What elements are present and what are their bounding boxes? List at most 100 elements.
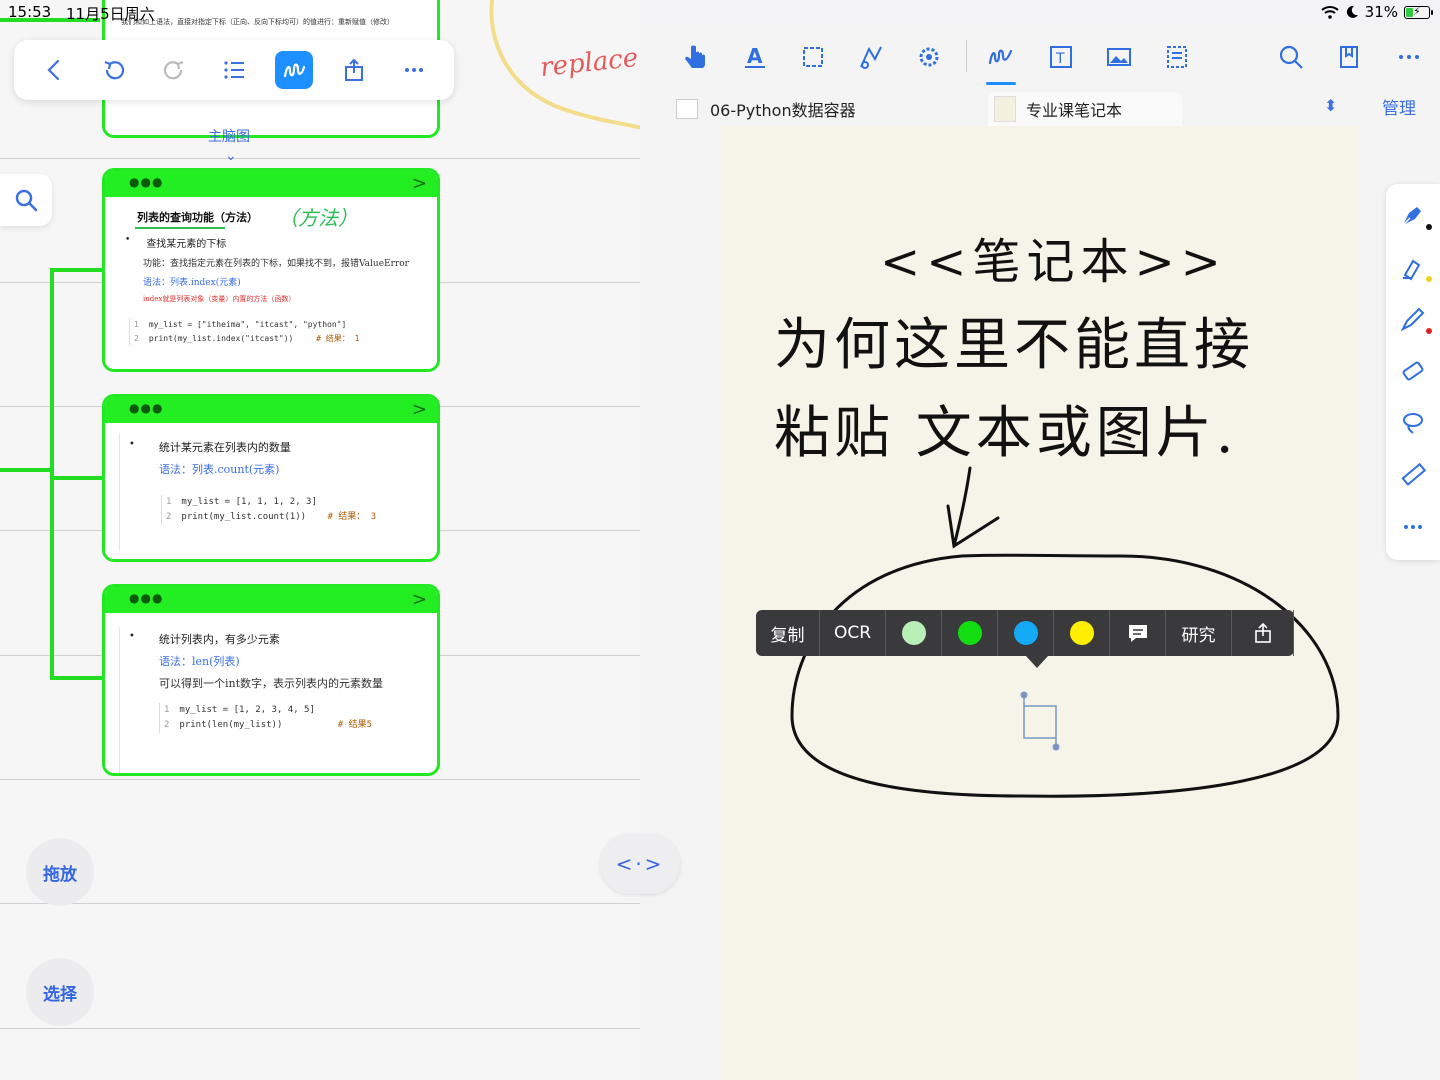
more-tool[interactable] xyxy=(1392,40,1426,74)
color-dot xyxy=(901,621,926,645)
eraser-tool[interactable] xyxy=(1396,354,1430,388)
card-bullet: 统计列表内，有多少元素 xyxy=(158,633,280,646)
more-palette-tool[interactable] xyxy=(1396,510,1430,544)
chevron-right-icon[interactable]: > xyxy=(412,399,427,420)
mindmap-card-len[interactable]: ●●● > • 统计列表内，有多少元素 语法：len(列表) 可以得到一个int… xyxy=(102,584,440,776)
settings-tool[interactable] xyxy=(912,40,946,74)
mindmap-card-index[interactable]: ●●● > 列表的查询功能（方法） （方法） • 查找某元素的下标 功能：查找指… xyxy=(102,168,440,372)
chevron-down-icon[interactable]: ⌄ xyxy=(225,148,237,164)
settings-icon xyxy=(919,47,939,67)
color-swatch-yellow[interactable] xyxy=(1054,610,1110,656)
color-dot xyxy=(1069,621,1094,645)
left-toolbar xyxy=(14,40,454,100)
split-view-handle[interactable]: <·> xyxy=(600,834,680,894)
research-menu-item[interactable]: 研究 xyxy=(1166,610,1232,656)
image-tool[interactable] xyxy=(1102,40,1136,74)
lasso-tool[interactable] xyxy=(1396,406,1430,440)
highlighter-tool[interactable] xyxy=(1396,250,1432,284)
bullet-dot: • xyxy=(129,631,135,642)
comment-icon xyxy=(1128,625,1147,642)
mindmap-connector xyxy=(50,476,102,480)
notebook-page[interactable]: <<笔记本>> 为何这里不能直接 粘贴 文本或图片. xyxy=(722,126,1358,1080)
card-header: ●●● > xyxy=(105,397,437,423)
manage-button[interactable]: 管理 xyxy=(1382,94,1416,119)
card-header: ●●● > xyxy=(105,587,437,613)
bookmark-tool[interactable] xyxy=(1332,40,1366,74)
battery-percent: 31% xyxy=(1364,3,1398,21)
ruler-tool[interactable] xyxy=(1396,458,1430,492)
select-button[interactable]: 选择 xyxy=(26,958,94,1026)
pen-tool[interactable] xyxy=(984,40,1018,74)
text-style-tool[interactable]: A xyxy=(738,40,772,74)
color-swatch-mint[interactable] xyxy=(886,610,942,656)
card-divider xyxy=(119,627,120,773)
code-block: 1 my_list = ["itheima", "itcast", "pytho… xyxy=(129,318,427,346)
fountain-pen-tool[interactable] xyxy=(1396,198,1432,232)
search-icon xyxy=(1279,45,1303,69)
card-divider xyxy=(119,433,120,551)
pen-icon xyxy=(988,49,1013,65)
redo-button[interactable] xyxy=(155,51,193,89)
share-button[interactable] xyxy=(335,51,373,89)
redo-icon xyxy=(163,60,184,80)
comment-menu-item[interactable] xyxy=(1110,610,1166,656)
touch-icon xyxy=(685,45,705,68)
active-tool-indicator xyxy=(986,82,1016,85)
copy-menu-item[interactable]: 复制 xyxy=(756,610,820,656)
tab-notebook[interactable]: 专业课笔记本 xyxy=(988,92,1183,126)
bookmark-icon xyxy=(1340,46,1358,68)
dots-icon: ●●● xyxy=(129,175,164,189)
card-bullet: 查找某元素的下标 xyxy=(146,239,227,250)
tab-python-doc[interactable]: 06-Python数据容器 xyxy=(676,92,856,126)
crop-tool[interactable] xyxy=(796,40,830,74)
battery-level-fill xyxy=(1406,7,1413,17)
color-swatch-blue[interactable] xyxy=(998,610,1054,656)
battery-icon: ⚡ xyxy=(1404,4,1433,19)
color-swatch-green[interactable] xyxy=(942,610,998,656)
shape-tool[interactable] xyxy=(854,40,888,74)
outline-button[interactable] xyxy=(215,51,253,89)
back-button[interactable] xyxy=(35,51,73,89)
drag-drop-button[interactable]: 拖放 xyxy=(26,838,94,906)
color-dot xyxy=(1426,276,1432,282)
chevron-right-icon[interactable]: > xyxy=(412,173,427,194)
template-tool[interactable] xyxy=(1160,40,1194,74)
search-button[interactable] xyxy=(0,174,52,226)
mindmap-connector xyxy=(0,468,54,472)
status-right: 31% ⚡ xyxy=(1320,3,1433,21)
outline-list-icon xyxy=(224,61,244,79)
mindmap-label[interactable]: 主脑图 xyxy=(208,126,250,146)
color-dot xyxy=(957,621,982,645)
card-syntax: 语法：列表.count(元素) xyxy=(159,463,280,476)
code-block: 1 my_list = [1, 2, 3, 4, 5] 2 print(len(… xyxy=(159,703,427,733)
fountain-pen-icon xyxy=(1402,207,1421,226)
handwritten-underline xyxy=(135,227,225,229)
toolbar-separator xyxy=(966,40,967,72)
bullet-dot: • xyxy=(125,235,131,245)
mindmap-pane: 我们和如上语法，直接对指定下标（正向、反向下标均可）的值进行：重新赋值（修改） … xyxy=(0,0,640,1080)
pencil-tool[interactable] xyxy=(1396,302,1432,336)
right-toolbar: A T xyxy=(640,26,1440,88)
card-desc: 功能：查找指定元素在列表的下标，如果找不到，报错ValueError xyxy=(143,259,409,269)
charging-bolt-icon: ⚡ xyxy=(1413,4,1421,18)
share-icon xyxy=(345,58,363,81)
undo-button[interactable] xyxy=(95,51,133,89)
chevron-right-icon[interactable]: > xyxy=(412,589,427,610)
share-menu-item[interactable] xyxy=(1232,610,1294,656)
crop-icon xyxy=(803,47,823,67)
tab-label: 专业课笔记本 xyxy=(1026,101,1123,120)
notebook-icon xyxy=(994,96,1016,122)
search-tool[interactable] xyxy=(1274,40,1308,74)
card-bullet: 统计某元素在列表内的数量 xyxy=(158,441,291,454)
handwriting-button[interactable] xyxy=(275,51,313,89)
mindmap-card-count[interactable]: ●●● > • 统计某元素在列表内的数量 语法：列表.count(元素) 1 m… xyxy=(102,394,440,562)
more-button[interactable] xyxy=(395,51,433,89)
ocr-menu-item[interactable]: OCR xyxy=(820,610,886,656)
sort-icon[interactable]: ⬍ xyxy=(1324,96,1337,115)
mindmap-connector xyxy=(50,268,102,272)
card-title: 列表的查询功能（方法） xyxy=(137,211,258,224)
textbox-tool[interactable]: T xyxy=(1044,40,1078,74)
wifi-icon xyxy=(1320,6,1339,19)
notebook-pane: A T 06-Python数据容器 专业课笔记本 ⬍ 管理 <<笔记本>> 为何… xyxy=(640,26,1440,1080)
touch-tool[interactable] xyxy=(678,40,712,74)
